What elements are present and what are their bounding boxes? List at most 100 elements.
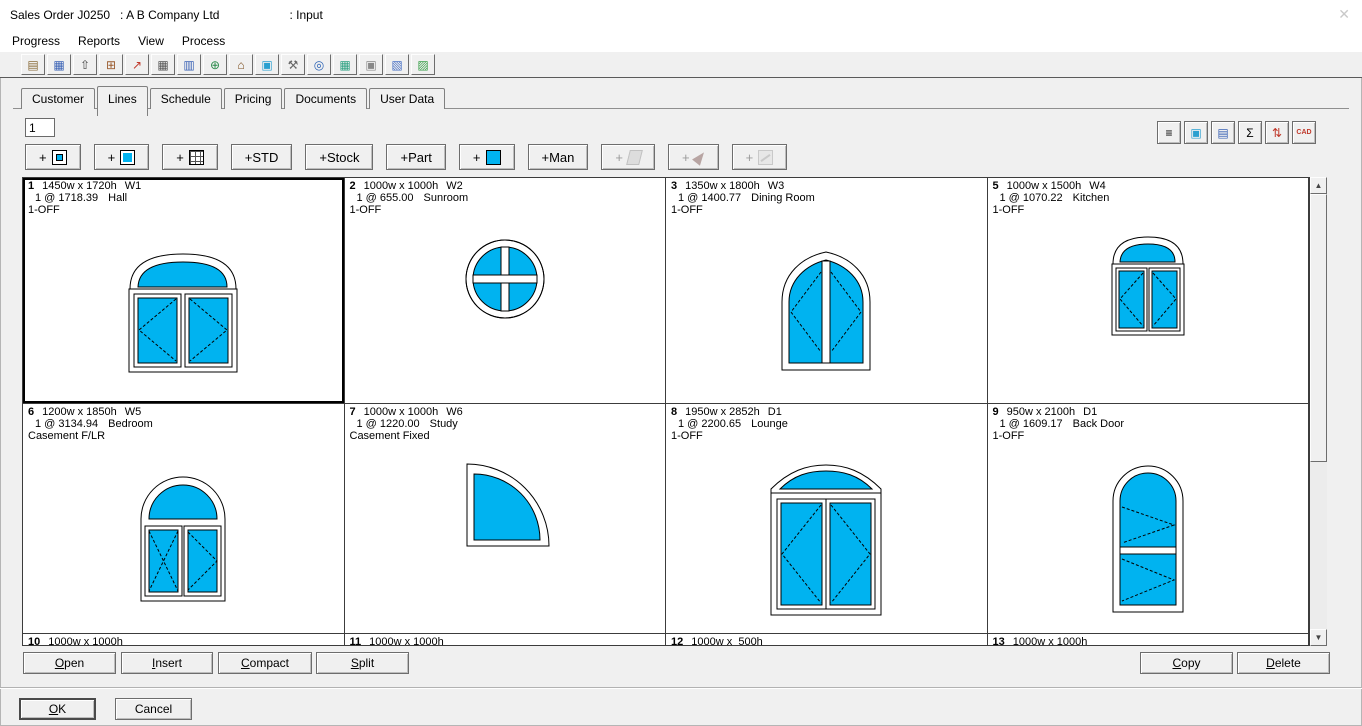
toolbar-window-button[interactable]: ▣ bbox=[255, 54, 279, 75]
window-title: Sales Order J0250 : A B Company Ltd bbox=[10, 8, 219, 22]
line-dims: 1000w x 500h bbox=[691, 636, 763, 646]
window-drawing bbox=[666, 220, 987, 401]
tab-lines[interactable]: Lines bbox=[97, 86, 148, 116]
save-icon: ▦ bbox=[53, 59, 64, 71]
toolbar-tools-button[interactable]: ⚒ bbox=[281, 54, 305, 75]
close-icon[interactable]: ✕ bbox=[1338, 7, 1350, 21]
table-icon: ▦ bbox=[157, 59, 168, 71]
toolbar-cart-button[interactable]: ⊞ bbox=[99, 54, 123, 75]
toolbar-target-button[interactable]: ◎ bbox=[307, 54, 331, 75]
totals-button[interactable]: Σ bbox=[1238, 121, 1262, 144]
line-number: 9 bbox=[993, 406, 999, 418]
line-spec: 1-OFF bbox=[28, 204, 339, 216]
sash-icon bbox=[120, 150, 135, 165]
line-number: 1 bbox=[28, 180, 34, 192]
toolbar-copy-button[interactable]: ▣ bbox=[359, 54, 383, 75]
scroll-up-button[interactable]: ▲ bbox=[1310, 177, 1327, 194]
tab-user-data[interactable]: User Data bbox=[369, 88, 445, 109]
copy-button[interactable]: Copy bbox=[1140, 652, 1233, 674]
menu-progress[interactable]: Progress bbox=[3, 31, 69, 51]
grid-cell-line-13[interactable]: 131000w x 1000h bbox=[988, 634, 1310, 646]
insert-button[interactable]: Insert bbox=[121, 652, 213, 674]
line-price: 1 @ 1220.00 bbox=[357, 418, 420, 430]
scroll-down-button[interactable]: ▼ bbox=[1310, 629, 1327, 646]
line-price: 1 @ 1609.17 bbox=[1000, 418, 1063, 430]
line-location: Sunroom bbox=[424, 192, 469, 204]
toolbar-calculator-button[interactable]: ▦ bbox=[333, 54, 357, 75]
line-ref: W5 bbox=[125, 406, 142, 418]
delete-button[interactable]: Delete bbox=[1237, 652, 1330, 674]
toolbar-table-button[interactable]: ▦ bbox=[151, 54, 175, 75]
grid-cell-line-8[interactable]: 81950w x 2852hD1 1 @ 2200.65Lounge 1-OFF bbox=[666, 404, 988, 634]
cancel-button[interactable]: Cancel bbox=[115, 698, 192, 720]
calculator-icon: ▦ bbox=[339, 59, 350, 71]
toolbar-chart-button[interactable]: ↗ bbox=[125, 54, 149, 75]
add-grid-button[interactable]: + bbox=[162, 144, 218, 170]
grid-cell-line-9[interactable]: 9950w x 2100hD1 1 @ 1609.17Back Door 1-O… bbox=[988, 404, 1310, 634]
toolbar-columns-button[interactable]: ▥ bbox=[177, 54, 201, 75]
toolbar-new-order-button[interactable]: ▤ bbox=[21, 54, 45, 75]
ok-button[interactable]: OK bbox=[19, 698, 96, 720]
list-view-button[interactable]: ≡ bbox=[1157, 121, 1181, 144]
menu-view[interactable]: View bbox=[129, 31, 173, 51]
view-buttons-row: ≡ ▣ ▤ Σ ⇅ CAD bbox=[1157, 121, 1316, 144]
line-dims: 1000w x 1000h bbox=[364, 406, 439, 418]
add-draw-button: + bbox=[668, 144, 719, 170]
add-sash-button[interactable]: + bbox=[94, 144, 150, 170]
add-part-button[interactable]: +Part bbox=[386, 144, 445, 170]
toolbar-home-button[interactable]: ⌂ bbox=[229, 54, 253, 75]
graphic-view-button[interactable]: ▣ bbox=[1184, 121, 1208, 144]
toolbar-issue-button[interactable]: ⇧ bbox=[73, 54, 97, 75]
toolbar-report-button[interactable]: ▧ bbox=[385, 54, 409, 75]
line-dims: 950w x 2100h bbox=[1007, 406, 1076, 418]
cad-icon: CAD bbox=[1296, 129, 1311, 136]
grid-cell-line-12[interactable]: 121000w x 500h bbox=[666, 634, 988, 646]
menu-bar: Progress Reports View Process bbox=[0, 30, 1362, 52]
grid-cell-line-7[interactable]: 71000w x 1000hW6 1 @ 1220.00Study Caseme… bbox=[345, 404, 667, 634]
tab-pricing[interactable]: Pricing bbox=[224, 88, 283, 109]
cad-button[interactable]: CAD bbox=[1292, 121, 1316, 144]
add-standard-button[interactable]: +STD bbox=[231, 144, 293, 170]
tools-icon: ⚒ bbox=[288, 59, 299, 71]
window-drawing bbox=[988, 446, 1309, 631]
tab-documents[interactable]: Documents bbox=[284, 88, 367, 109]
line-number-input[interactable] bbox=[25, 118, 55, 137]
toolbar-globe-button[interactable]: ⊕ bbox=[203, 54, 227, 75]
menu-process[interactable]: Process bbox=[173, 31, 234, 51]
book-view-button[interactable]: ▤ bbox=[1211, 121, 1235, 144]
grid-cell-line-2[interactable]: 21000w x 1000hW2 1 @ 655.00Sunroom 1-OFF bbox=[345, 178, 667, 404]
window-drawing bbox=[666, 446, 987, 631]
home-icon: ⌂ bbox=[237, 59, 244, 71]
line-price: 1 @ 655.00 bbox=[357, 192, 414, 204]
add-stock-button[interactable]: +Stock bbox=[305, 144, 373, 170]
add-frame-button[interactable]: + bbox=[25, 144, 81, 170]
grid-cell-line-1[interactable]: 11450w x 1720hW1 1 @ 1718.39Hall 1-OFF bbox=[23, 178, 345, 404]
glazed-unit-icon bbox=[486, 150, 501, 165]
grid-cell-line-6[interactable]: 61200w x 1850hW5 1 @ 3134.94Bedroom Case… bbox=[23, 404, 345, 634]
grid-cell-line-3[interactable]: 31350w x 1800hW3 1 @ 1400.77Dining Room … bbox=[666, 178, 988, 404]
add-glazed-button[interactable]: + bbox=[459, 144, 515, 170]
line-dims: 1000w x 1000h bbox=[1013, 636, 1088, 646]
line-spec: 1-OFF bbox=[993, 204, 1304, 216]
line-dims: 1450w x 1720h bbox=[42, 180, 117, 192]
menu-reports[interactable]: Reports bbox=[69, 31, 129, 51]
grid-cell-line-11[interactable]: 111000w x 1000h bbox=[345, 634, 667, 646]
line-price: 1 @ 1070.22 bbox=[1000, 192, 1063, 204]
line-dims: 1000w x 1500h bbox=[1007, 180, 1082, 192]
scrollbar-thumb[interactable] bbox=[1310, 194, 1327, 462]
toolbar-stats-button[interactable]: ▨ bbox=[411, 54, 435, 75]
split-button[interactable]: Split bbox=[316, 652, 409, 674]
grid-cell-line-10[interactable]: 101000w x 1000h bbox=[23, 634, 345, 646]
add-manual-button[interactable]: +Man bbox=[528, 144, 589, 170]
markup-button[interactable]: ⇅ bbox=[1265, 121, 1289, 144]
add-bay-button: + bbox=[601, 144, 655, 170]
new-order-icon: ▤ bbox=[27, 59, 38, 71]
compact-button[interactable]: Compact bbox=[218, 652, 312, 674]
line-number: 5 bbox=[993, 180, 999, 192]
vertical-scrollbar[interactable]: ▲ ▼ bbox=[1310, 177, 1327, 646]
tab-schedule[interactable]: Schedule bbox=[150, 88, 222, 109]
tab-customer[interactable]: Customer bbox=[21, 88, 95, 109]
open-button[interactable]: Open bbox=[23, 652, 116, 674]
toolbar-save-button[interactable]: ▦ bbox=[47, 54, 71, 75]
grid-cell-line-5[interactable]: 51000w x 1500hW4 1 @ 1070.22Kitchen 1-OF… bbox=[988, 178, 1310, 404]
